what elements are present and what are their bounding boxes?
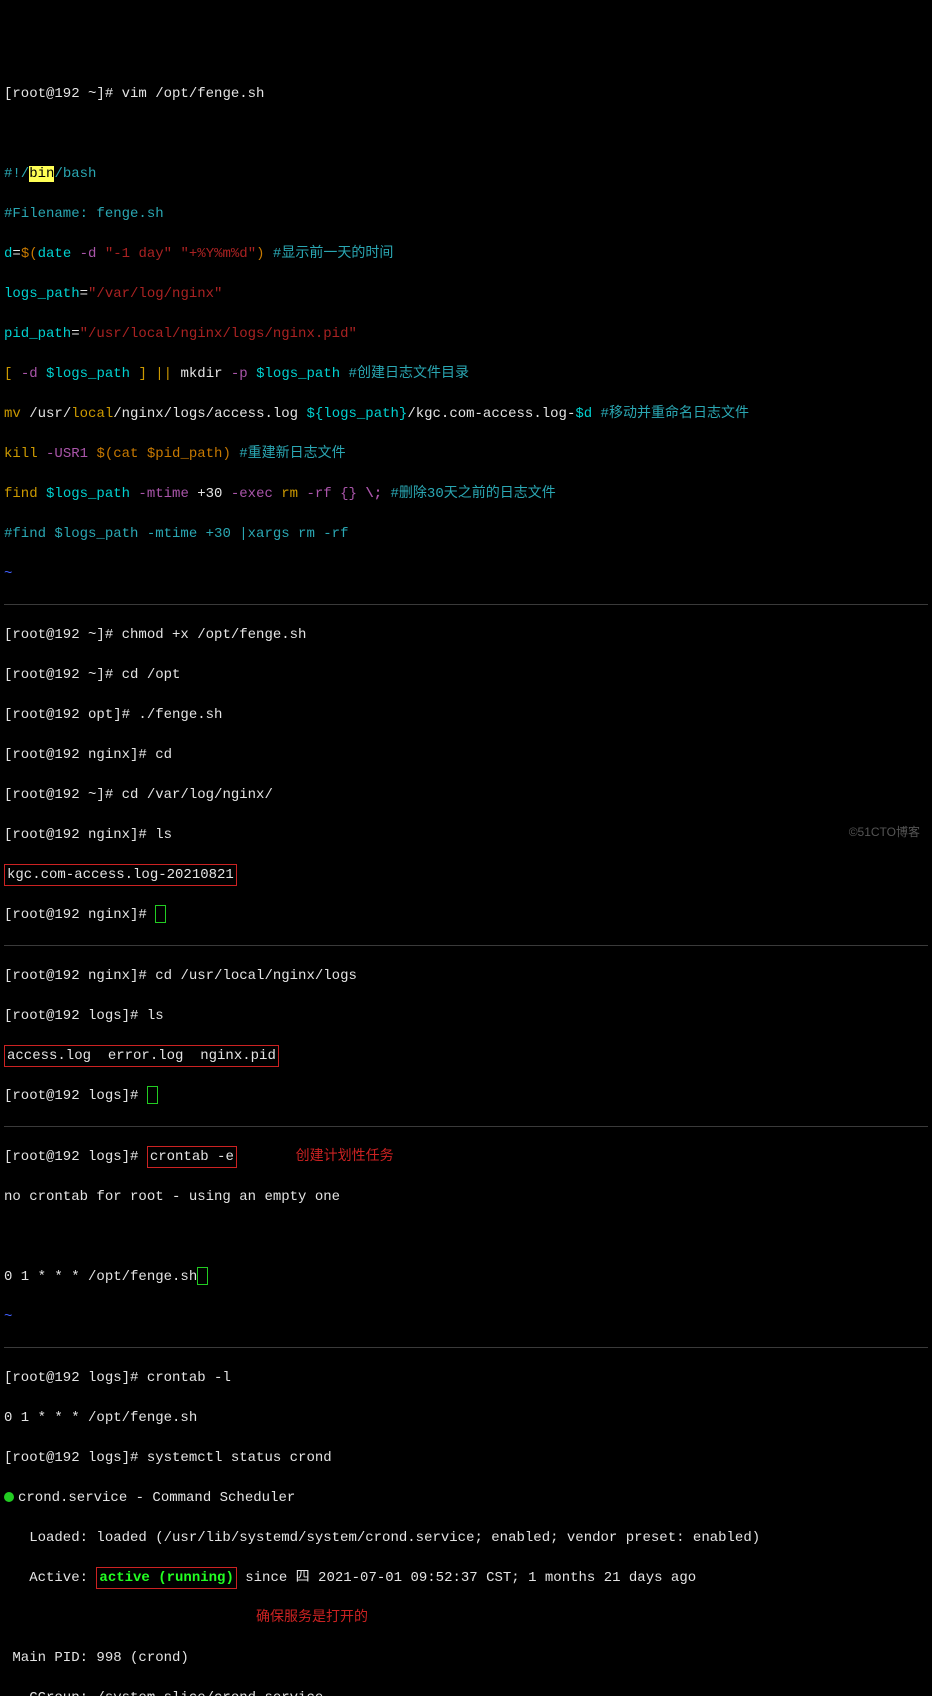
prompt-idle: [root@192 nginx]# — [4, 905, 928, 925]
highlighted-file: kgc.com-access.log-20210821 — [4, 864, 237, 886]
cursor-icon — [155, 905, 166, 923]
highlighted-files: access.log error.log nginx.pid — [4, 1045, 279, 1067]
ls-output: access.log error.log nginx.pid — [4, 1046, 928, 1066]
cron-entry: 0 1 * * * /opt/fenge.sh — [4, 1267, 928, 1287]
divider — [4, 604, 928, 605]
comment: #Filename: fenge.sh — [4, 204, 928, 224]
cmd-line: [root@192 ~]# vim /opt/fenge.sh — [4, 84, 928, 104]
blank — [4, 124, 928, 144]
cmd-line: [root@192 logs]# systemctl status crond — [4, 1448, 928, 1468]
ls-output: kgc.com-access.log-20210821 — [4, 865, 928, 885]
cmd-line: [root@192 nginx]# ls — [4, 825, 928, 845]
cgroup: CGroup: /system.slice/crond.service — [4, 1688, 928, 1696]
var-pid-path: pid_path="/usr/local/nginx/logs/nginx.pi… — [4, 324, 928, 344]
annotation: 确保服务是打开的 — [256, 1610, 368, 1626]
cmd: vim /opt/fenge.sh — [122, 86, 265, 102]
cmd-line: [root@192 ~]# chmod +x /opt/fenge.sh — [4, 625, 928, 645]
crontab-msg: no crontab for root - using an empty one — [4, 1187, 928, 1207]
status-dot-icon — [4, 1492, 14, 1502]
prompt: [root@192 ~]# — [4, 86, 122, 102]
cmd-line: [root@192 nginx]# cd — [4, 745, 928, 765]
tilde: ~ — [4, 1307, 928, 1327]
cmd-line: [root@192 opt]# ./fenge.sh — [4, 705, 928, 725]
cmd-line: [root@192 ~]# cd /var/log/nginx/ — [4, 785, 928, 805]
loaded-line: Loaded: loaded (/usr/lib/systemd/system/… — [4, 1528, 928, 1548]
cursor-icon — [147, 1086, 158, 1104]
divider — [4, 1126, 928, 1127]
active-line: Active: active (running) since 四 2021-07… — [4, 1568, 928, 1588]
cmd-line: [root@192 logs]# crontab -l — [4, 1368, 928, 1388]
highlighted-cmd: crontab -e — [147, 1146, 237, 1168]
find-line: find $logs_path -mtime +30 -exec rm -rf … — [4, 484, 928, 504]
prompt-idle: [root@192 logs]# — [4, 1086, 928, 1106]
shebang: #!/bin/bash — [4, 164, 928, 184]
main-pid: Main PID: 998 (crond) — [4, 1648, 928, 1668]
cursor-icon — [197, 1267, 208, 1285]
blank — [4, 1227, 928, 1247]
cmd-line: [root@192 ~]# cd /opt — [4, 665, 928, 685]
comment-find: #find $logs_path -mtime +30 |xargs rm -r… — [4, 524, 928, 544]
cmd-line: [root@192 logs]# ls — [4, 1006, 928, 1026]
cmd-line: [root@192 nginx]# cd /usr/local/nginx/lo… — [4, 966, 928, 986]
var-d: d=$(date -d "-1 day" "+%Y%m%d") #显示前一天的时… — [4, 244, 928, 264]
kill-line: kill -USR1 $(cat $pid_path) #重建新日志文件 — [4, 444, 928, 464]
divider — [4, 945, 928, 946]
tilde: ~ — [4, 564, 928, 584]
terminal[interactable]: [root@192 ~]# vim /opt/fenge.sh #!/bin/b… — [0, 60, 932, 1696]
mv-line: mv /usr/local/nginx/logs/access.log ${lo… — [4, 404, 928, 424]
crontab-edit: [root@192 logs]# crontab -e 创建计划性任务 — [4, 1147, 928, 1167]
mkdir-line: [ -d $logs_path ] || mkdir -p $logs_path… — [4, 364, 928, 384]
annotation-line: 确保服务是打开的 — [4, 1608, 928, 1628]
annotation: 创建计划性任务 — [296, 1149, 394, 1165]
divider — [4, 1347, 928, 1348]
var-logs-path: logs_path="/var/log/nginx" — [4, 284, 928, 304]
service-name: crond.service - Command Scheduler — [4, 1488, 928, 1508]
watermark: ©51CTO博客 — [849, 822, 920, 842]
active-status: active (running) — [96, 1567, 236, 1589]
cron-entry: 0 1 * * * /opt/fenge.sh — [4, 1408, 928, 1428]
